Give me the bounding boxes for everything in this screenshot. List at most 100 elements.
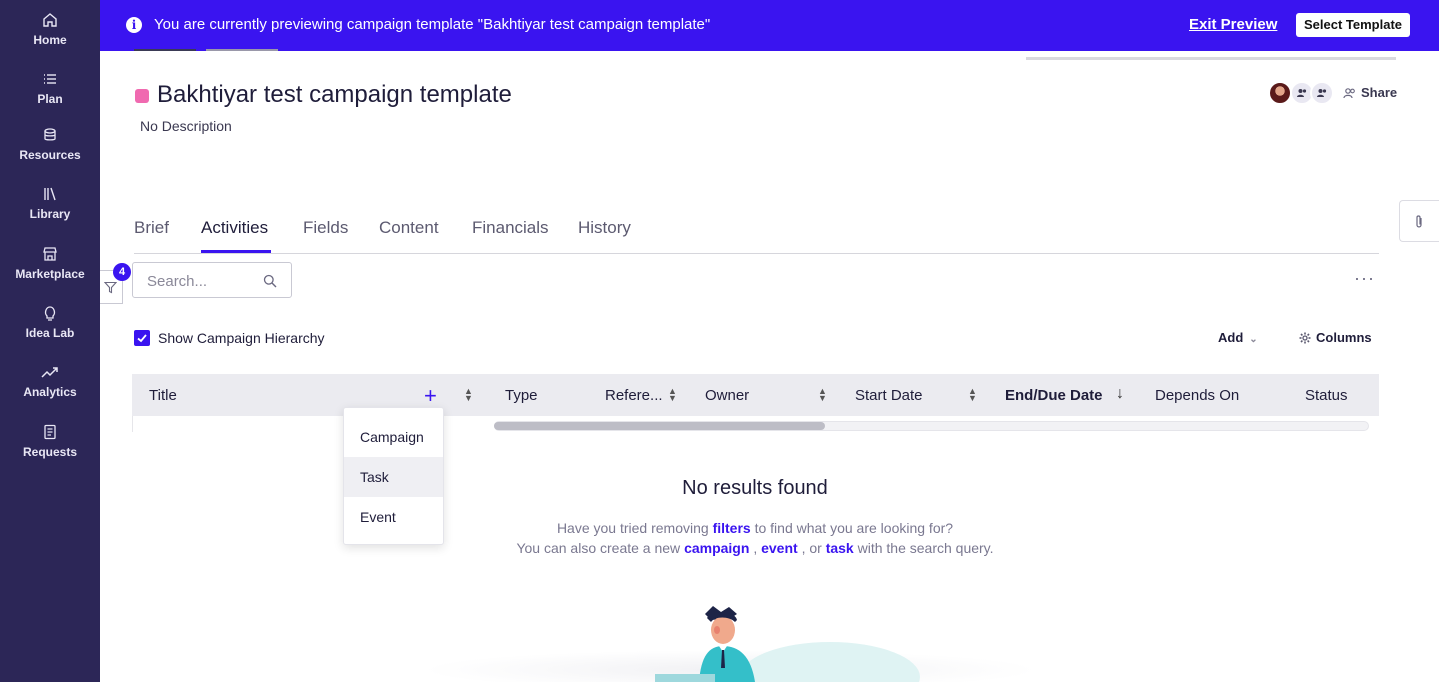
hint-separator: , [753, 540, 758, 556]
filter-icon [104, 281, 117, 294]
chevron-down-icon: ⌄ [1249, 334, 1258, 345]
empty-state-hint: Have you tried removing filters to find … [430, 520, 1080, 536]
tab-activities[interactable]: Activities [201, 218, 268, 238]
info-icon: i [126, 17, 142, 33]
show-hierarchy-label[interactable]: Show Campaign Hierarchy [158, 330, 325, 346]
more-options-icon[interactable]: ··· [1354, 268, 1375, 289]
filter-count-badge: 4 [113, 263, 131, 281]
create-campaign-link[interactable]: campaign [684, 540, 749, 556]
breadcrumb-current [206, 49, 278, 51]
user-group-icon [1317, 89, 1327, 97]
table-header: Title + ▲ ▼ Type Refere... ▲ ▼ Owner ▲ ▼ St… [132, 374, 1379, 416]
sidebar-item-label: Plan [37, 92, 63, 106]
paperclip-icon [1416, 215, 1422, 228]
trend-icon [41, 367, 58, 378]
arrow-down-icon[interactable]: ↓ [1116, 385, 1124, 403]
preview-message: You are currently previewing campaign te… [154, 16, 711, 33]
tab-fields[interactable]: Fields [303, 218, 348, 238]
search-icon[interactable] [263, 274, 277, 288]
filters-link[interactable]: filters [713, 520, 751, 536]
column-header-owner[interactable]: Owner [705, 387, 749, 404]
hint-text: with the search query. [857, 540, 994, 556]
add-label: Add [1218, 330, 1244, 345]
columns-button[interactable]: Columns [1299, 330, 1372, 345]
sidebar-item-home[interactable]: Home [0, 12, 100, 49]
show-hierarchy-checkbox[interactable] [134, 330, 150, 346]
column-header-start-date[interactable]: Start Date [855, 387, 923, 404]
sidebar-item-label: Home [33, 33, 67, 47]
scrollbar-thumb[interactable] [494, 422, 825, 430]
color-tag [135, 89, 149, 103]
sidebar-item-idea-lab[interactable]: Idea Lab [0, 305, 100, 342]
exit-preview-link[interactable]: Exit Preview [1189, 16, 1277, 33]
user-group-icon [1297, 89, 1307, 97]
sidebar-item-label: Marketplace [15, 267, 85, 281]
menu-item-task[interactable]: Task [344, 457, 443, 497]
page-description: No Description [140, 118, 232, 134]
tab-history[interactable]: History [578, 218, 631, 238]
sidebar: Home Plan Resources Library Marketplace … [0, 0, 100, 682]
column-header-end-date[interactable]: End/Due Date [1005, 387, 1103, 404]
tabs-divider [134, 253, 1379, 254]
menu-item-event[interactable]: Event [344, 497, 443, 537]
sidebar-item-label: Resources [19, 148, 81, 162]
empty-state-create-hint: You can also create a new campaign , eve… [430, 540, 1080, 556]
home-icon [43, 13, 57, 27]
sort-icon[interactable]: ▲ ▼ [464, 387, 473, 403]
share-users-icon [1343, 88, 1355, 99]
sort-icon[interactable]: ▲ ▼ [668, 387, 677, 403]
attachments-tab[interactable] [1399, 200, 1439, 242]
plus-icon[interactable]: + [424, 383, 437, 409]
progress-bar [1026, 57, 1396, 60]
hint-text: You can also create a new [516, 540, 681, 556]
breadcrumb[interactable] [134, 49, 196, 51]
sidebar-item-requests[interactable]: Requests [0, 424, 100, 461]
create-event-link[interactable]: event [761, 540, 798, 556]
column-header-type[interactable]: Type [505, 387, 538, 404]
preview-banner: i You are currently previewing campaign … [100, 0, 1439, 51]
column-header-title[interactable]: Title [149, 387, 177, 404]
sort-icon[interactable]: ▲ ▼ [968, 387, 977, 403]
empty-state-title: No results found [682, 477, 828, 499]
sidebar-item-label: Requests [22, 445, 78, 459]
avatar[interactable] [1268, 81, 1292, 105]
person-illustration [655, 606, 755, 682]
share-button[interactable]: Share [1343, 85, 1397, 100]
avatar[interactable] [1310, 81, 1334, 105]
sidebar-item-analytics[interactable]: Analytics [0, 364, 100, 401]
database-icon [44, 128, 56, 141]
page-title: Bakhtiyar test campaign template [157, 81, 512, 108]
create-task-link[interactable]: task [826, 540, 854, 556]
sidebar-item-label: Library [29, 207, 71, 221]
lightbulb-icon [44, 306, 56, 321]
sidebar-item-library[interactable]: Library [0, 186, 100, 223]
column-header-depends-on[interactable]: Depends On [1155, 387, 1239, 404]
sidebar-item-resources[interactable]: Resources [0, 127, 100, 164]
sidebar-item-label: Analytics [23, 385, 77, 399]
columns-label: Columns [1316, 330, 1372, 345]
add-menu: Campaign Task Event [343, 407, 444, 545]
search-input[interactable] [147, 271, 257, 291]
table-body [132, 416, 133, 432]
tab-brief[interactable]: Brief [134, 218, 169, 238]
store-icon [43, 247, 57, 261]
checkmark-icon [137, 334, 147, 343]
books-icon [44, 187, 56, 201]
column-header-status[interactable]: Status [1305, 387, 1348, 404]
select-template-button[interactable]: Select Template [1296, 13, 1410, 37]
tab-financials[interactable]: Financials [472, 218, 549, 238]
column-header-reference[interactable]: Refere... [605, 387, 663, 404]
add-dropdown-button[interactable]: Add ⌄ [1218, 330, 1258, 345]
sidebar-item-label: Idea Lab [25, 326, 75, 340]
sort-icon[interactable]: ▲ ▼ [818, 387, 827, 403]
hint-text: Have you tried removing [556, 520, 709, 536]
gear-icon [1299, 332, 1311, 344]
sidebar-item-plan[interactable]: Plan [0, 71, 100, 108]
list-icon [44, 74, 56, 84]
tab-content[interactable]: Content [379, 218, 439, 238]
search-box [132, 262, 292, 298]
hint-separator: , or [801, 540, 822, 556]
menu-item-campaign[interactable]: Campaign [344, 417, 443, 457]
sidebar-item-marketplace[interactable]: Marketplace [0, 246, 100, 283]
hint-text: to find what you are looking for? [754, 520, 954, 536]
